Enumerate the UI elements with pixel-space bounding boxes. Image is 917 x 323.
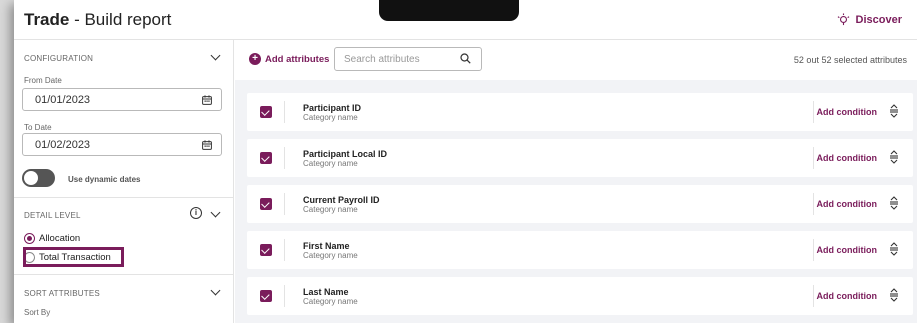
to-date-input[interactable]: 01/02/2023 bbox=[22, 133, 222, 156]
header-bar: Trade - Build report Discover bbox=[14, 0, 917, 40]
row-divider bbox=[284, 101, 285, 123]
attribute-name: Participant ID bbox=[303, 103, 362, 113]
selected-count: 52 out 52 selected attributes bbox=[793, 55, 907, 65]
configuration-panel: CONFIGURATION From Date 01/01/2023 To Da… bbox=[14, 40, 234, 323]
add-condition-link[interactable]: Add condition bbox=[817, 153, 878, 163]
highlight-box bbox=[23, 247, 124, 267]
configuration-heading: CONFIGURATION bbox=[24, 54, 94, 63]
attribute-category: Category name bbox=[303, 113, 358, 122]
add-condition-link[interactable]: Add condition bbox=[817, 291, 878, 301]
radio-allocation-label: Allocation bbox=[39, 233, 81, 244]
from-date-value: 01/01/2023 bbox=[35, 94, 91, 106]
page-title: Trade - Build report bbox=[24, 10, 172, 29]
to-date-value: 01/02/2023 bbox=[35, 139, 91, 151]
attribute-category: Category name bbox=[303, 251, 358, 260]
section-divider bbox=[14, 197, 234, 198]
radio-allocation[interactable]: Allocation bbox=[24, 233, 80, 244]
add-attributes-button[interactable]: + Add attributes bbox=[249, 53, 329, 65]
radio-selected-icon[interactable] bbox=[24, 233, 35, 244]
search-attributes-input[interactable]: Search attributes bbox=[334, 47, 482, 71]
to-date-label: To Date bbox=[24, 123, 52, 132]
attribute-row: Current Payroll ID Category name Add condi… bbox=[247, 185, 913, 223]
drag-handle-icon[interactable] bbox=[889, 104, 899, 118]
discover-label: Discover bbox=[855, 13, 902, 26]
discover-button[interactable]: Discover bbox=[837, 13, 902, 26]
sort-attributes-heading: SORT ATTRIBUTES bbox=[24, 289, 100, 298]
search-icon[interactable] bbox=[460, 53, 471, 64]
dynamic-dates-toggle[interactable] bbox=[22, 169, 55, 187]
row-divider bbox=[284, 239, 285, 261]
attribute-row: Last Name Category name Add condition bbox=[247, 277, 913, 315]
from-date-label: From Date bbox=[24, 76, 62, 85]
attribute-name: Participant Local ID bbox=[303, 149, 388, 159]
attribute-checkbox[interactable] bbox=[260, 290, 272, 302]
attribute-category: Category name bbox=[303, 297, 358, 306]
drag-handle-icon[interactable] bbox=[889, 288, 899, 302]
attribute-row: First Name Category name Add condition bbox=[247, 231, 913, 269]
chevron-down-icon[interactable] bbox=[210, 207, 221, 218]
add-condition-link[interactable]: Add condition bbox=[817, 245, 878, 255]
chevron-down-icon[interactable] bbox=[210, 50, 221, 61]
attribute-name: Current Payroll ID bbox=[303, 195, 380, 205]
row-divider bbox=[284, 147, 285, 169]
attribute-checkbox[interactable] bbox=[260, 152, 272, 164]
attribute-row: Participant ID Category name Add condition bbox=[247, 93, 913, 131]
from-date-input[interactable]: 01/01/2023 bbox=[22, 88, 222, 111]
camera-notch bbox=[379, 0, 519, 21]
add-condition-link[interactable]: Add condition bbox=[817, 107, 878, 117]
search-placeholder: Search attributes bbox=[344, 54, 420, 65]
attribute-row: Participant Local ID Category name Add con… bbox=[247, 139, 913, 177]
attribute-name: Last Name bbox=[303, 287, 349, 297]
attributes-toolbar: + Add attributes Search attributes 52 ou… bbox=[235, 40, 917, 80]
section-divider bbox=[14, 274, 234, 275]
attributes-panel: + Add attributes Search attributes 52 ou… bbox=[235, 40, 917, 323]
drag-handle-icon[interactable] bbox=[889, 196, 899, 210]
attribute-category: Category name bbox=[303, 159, 358, 168]
row-divider bbox=[813, 285, 814, 307]
toggle-knob bbox=[24, 171, 38, 185]
detail-level-heading: DETAIL LEVEL bbox=[24, 211, 81, 220]
calendar-icon[interactable] bbox=[202, 140, 212, 150]
info-icon[interactable]: i bbox=[190, 207, 202, 219]
row-divider bbox=[813, 239, 814, 261]
row-divider bbox=[813, 101, 814, 123]
drag-handle-icon[interactable] bbox=[889, 242, 899, 256]
add-attributes-label: Add attributes bbox=[265, 53, 330, 65]
row-divider bbox=[284, 193, 285, 215]
drag-handle-icon[interactable] bbox=[889, 150, 899, 164]
attribute-checkbox[interactable] bbox=[260, 198, 272, 210]
row-divider bbox=[813, 147, 814, 169]
calendar-icon[interactable] bbox=[202, 95, 212, 105]
attribute-name: First Name bbox=[303, 241, 350, 251]
dynamic-dates-label: Use dynamic dates bbox=[68, 175, 141, 184]
add-condition-link[interactable]: Add condition bbox=[817, 199, 878, 209]
attribute-checkbox[interactable] bbox=[260, 106, 272, 118]
row-divider bbox=[284, 285, 285, 307]
plus-icon: + bbox=[249, 53, 261, 65]
attribute-category: Category name bbox=[303, 205, 358, 214]
report-builder-window: Trade - Build report Discover CONFIGURAT… bbox=[14, 0, 917, 323]
lightbulb-icon bbox=[837, 13, 849, 26]
chevron-down-icon[interactable] bbox=[210, 285, 221, 296]
attribute-checkbox[interactable] bbox=[260, 244, 272, 256]
row-divider bbox=[813, 193, 814, 215]
sort-by-label: Sort By bbox=[24, 308, 51, 317]
